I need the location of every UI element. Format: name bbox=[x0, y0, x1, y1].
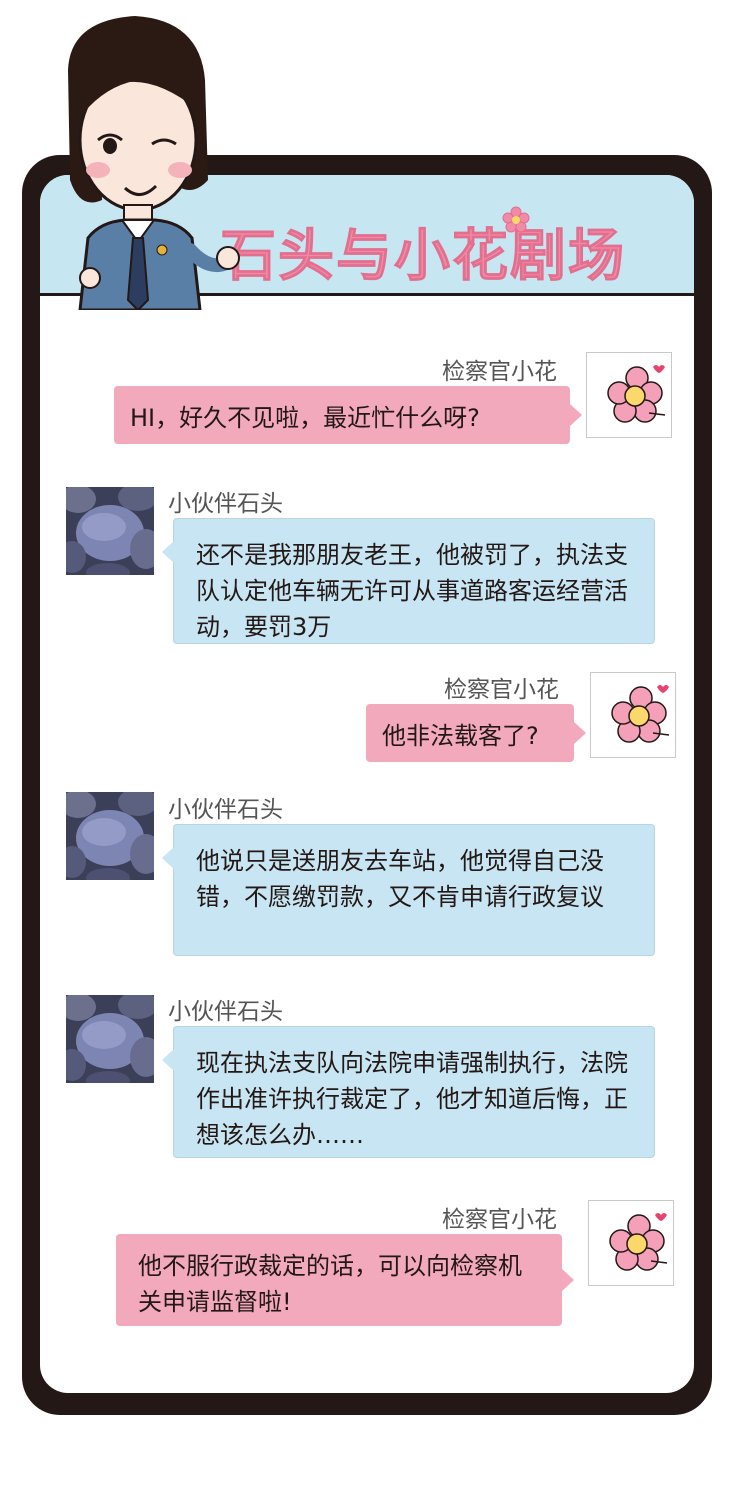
message-bubble-xiaohua: HI，好久不见啦，最近忙什么呀? bbox=[114, 386, 582, 444]
flower-icon bbox=[609, 1213, 668, 1271]
stones-image bbox=[66, 995, 154, 1083]
message-bubble-shitou: 他说只是送朋友去车站，他觉得自己没错，不愿缴罚款，又不肯申请行政复议 bbox=[162, 824, 655, 956]
stones-image bbox=[66, 487, 154, 575]
shitou-avatar bbox=[66, 995, 154, 1083]
xiaohua-avatar bbox=[586, 352, 672, 438]
message-bubble-xiaohua: 他非法载客了? bbox=[366, 704, 586, 762]
title-flower-icon bbox=[502, 206, 530, 233]
stones-image bbox=[66, 792, 154, 880]
message-bubble-shitou: 还不是我那朋友老王，他被罚了，执法支队认定他车辆无许可从事道路客运经营活动，要罚… bbox=[162, 518, 655, 644]
sender-name-shitou: 小伙伴石头 bbox=[168, 999, 283, 1025]
sender-name-xiaohua: 检察官小花 bbox=[442, 359, 557, 385]
message-bubble-xiaohua: 他不服行政裁定的话，可以向检察机关申请监督啦! bbox=[116, 1234, 574, 1326]
sender-name-xiaohua: 检察官小花 bbox=[444, 677, 559, 703]
xiaohua-avatar bbox=[588, 1200, 674, 1286]
prosecutor-character-illustration bbox=[68, 16, 240, 310]
flower-icon bbox=[607, 365, 666, 423]
message-bubble-shitou: 现在执法支队向法院申请强制执行，法院作出准许执行裁定了，他才知道后悔，正想该怎么… bbox=[162, 1026, 655, 1158]
shitou-avatar bbox=[66, 487, 154, 575]
sender-name-shitou: 小伙伴石头 bbox=[168, 491, 283, 517]
shitou-avatar bbox=[66, 792, 154, 880]
sender-name-xiaohua: 检察官小花 bbox=[442, 1207, 557, 1233]
xiaohua-avatar bbox=[590, 672, 676, 758]
flower-icon bbox=[611, 685, 670, 743]
sender-name-shitou: 小伙伴石头 bbox=[168, 797, 283, 823]
page-title: 石头与小花剧场 bbox=[220, 224, 626, 290]
